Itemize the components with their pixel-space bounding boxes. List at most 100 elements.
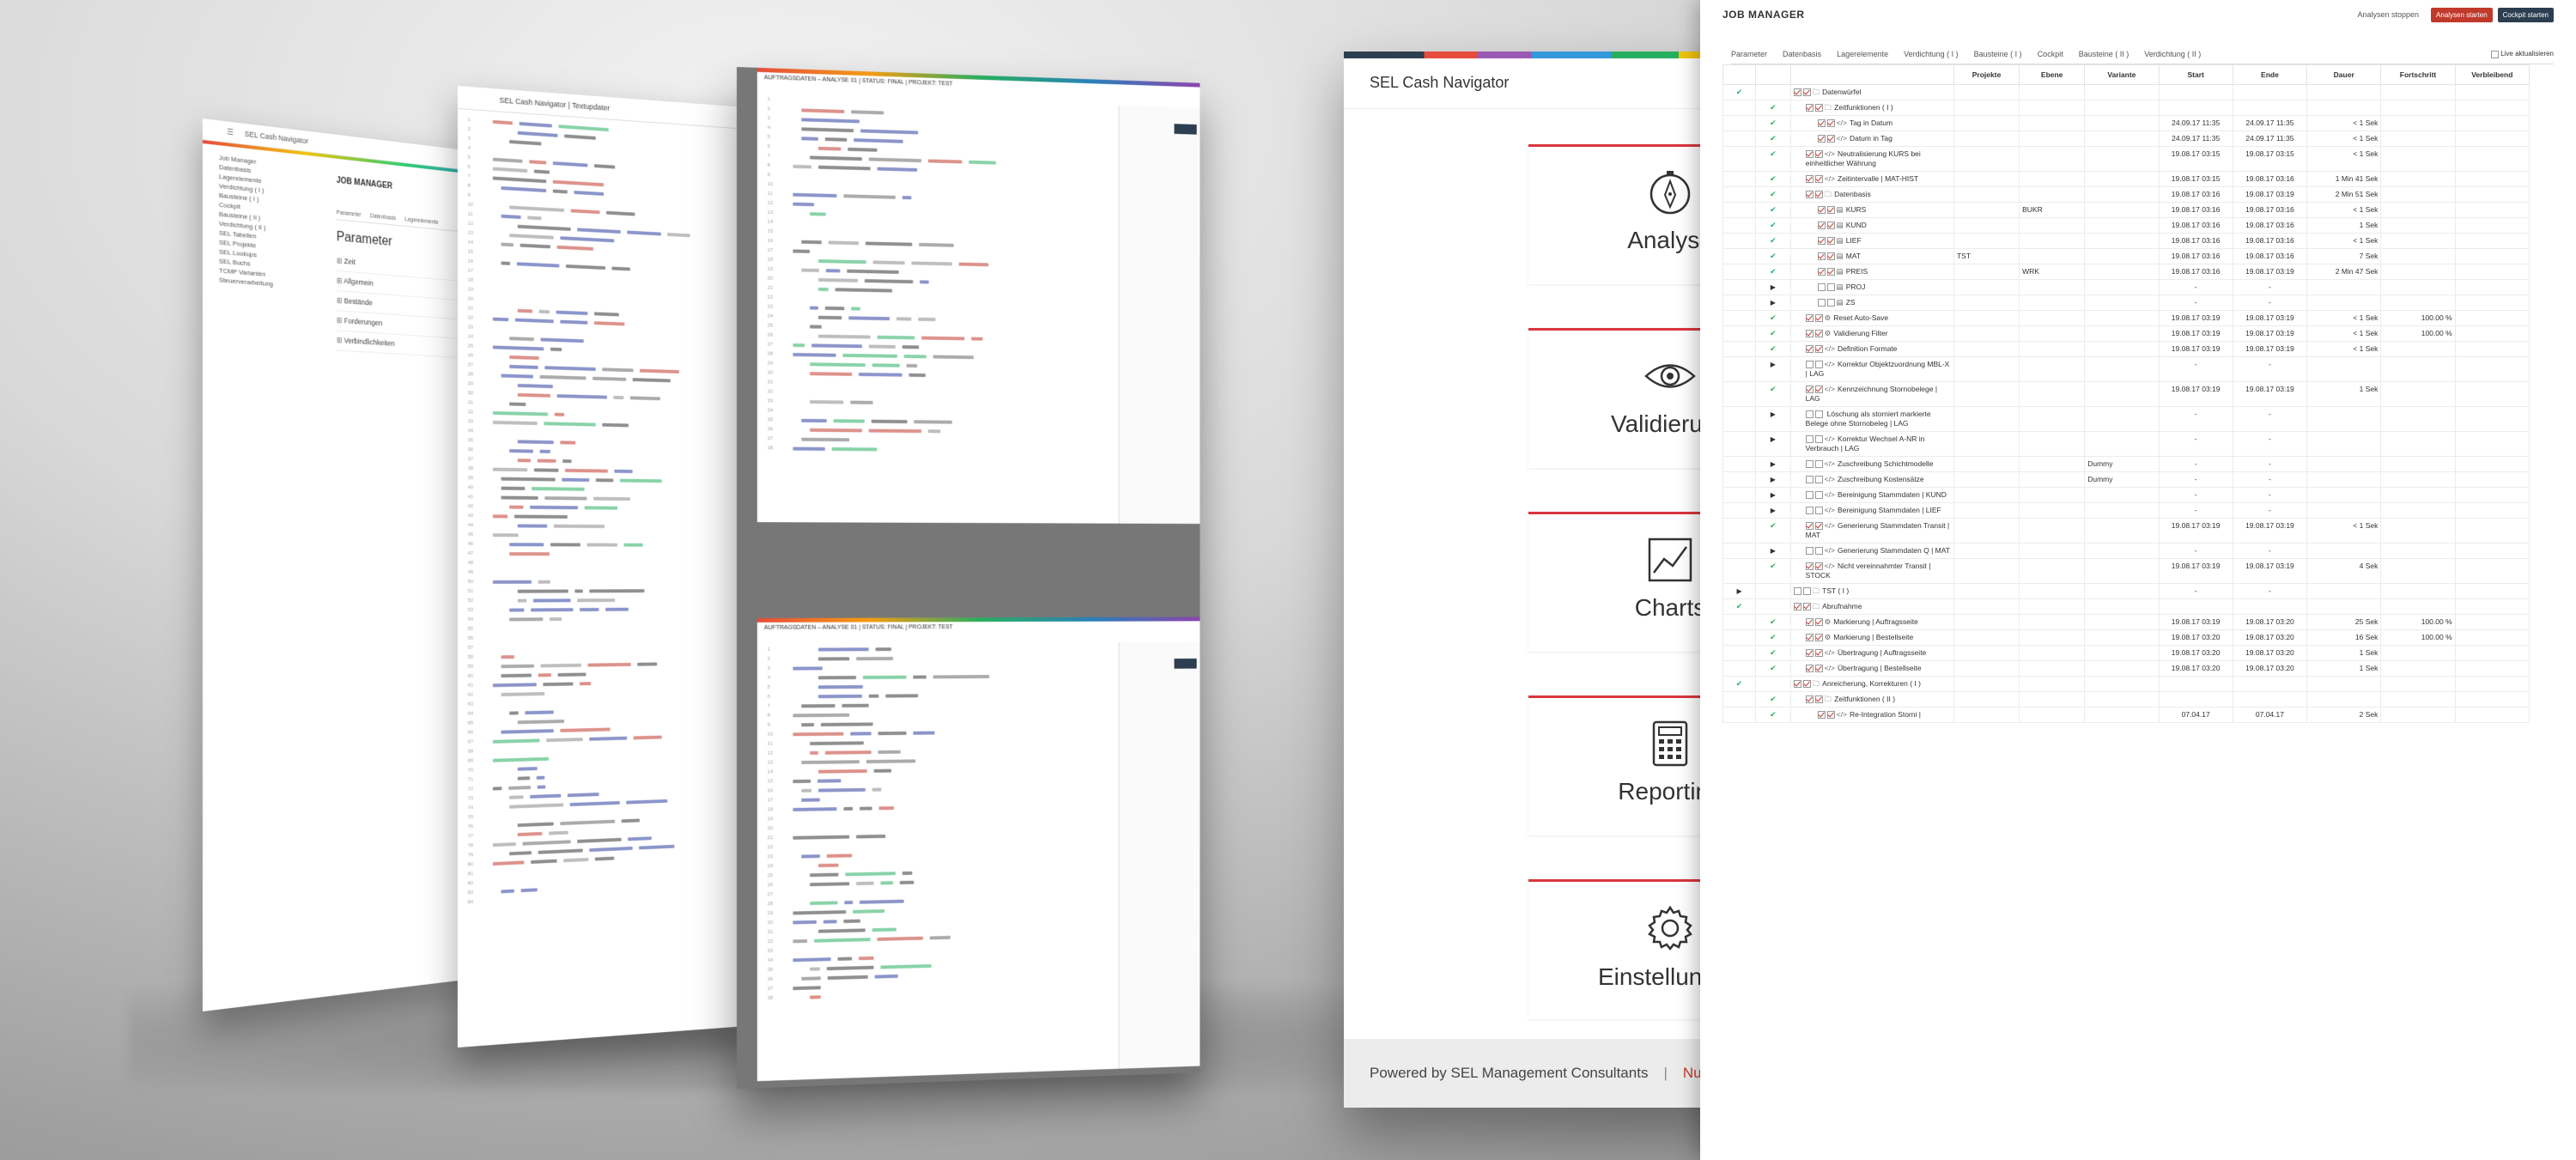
enable-checkbox[interactable] [1803, 680, 1811, 688]
tab[interactable]: Parameter [1731, 50, 1767, 58]
run-checkbox[interactable] [1818, 268, 1826, 276]
enable-checkbox[interactable] [1827, 222, 1835, 229]
expand-arrow-icon[interactable]: ▶ [1771, 460, 1776, 468]
run-button[interactable] [1174, 124, 1196, 134]
table-row[interactable]: ✔ ▤ KUND 19.08.17 03:16 19.08.17 03:16 1 Sek [1723, 218, 2530, 234]
table-row[interactable]: ✔ ⚙ Validierung Filter 19.08.17 03:19 19.08.… [1723, 326, 2530, 342]
enable-checkbox[interactable] [1827, 268, 1835, 276]
table-row[interactable]: ✔ </> Definition Formate 19.08.17 03:19 19.0… [1723, 342, 2530, 357]
run-checkbox[interactable] [1806, 314, 1814, 322]
run-checkbox[interactable] [1794, 680, 1801, 688]
expand-arrow-icon[interactable]: ▶ [1771, 435, 1776, 443]
table-row[interactable]: ✔ ⚙ Reset Auto-Save 19.08.17 03:19 19.08.17 … [1723, 311, 2530, 326]
live-update-checkbox[interactable] [2491, 51, 2499, 58]
enable-checkbox[interactable] [1815, 150, 1823, 158]
expand-arrow-icon[interactable]: ▶ [1771, 476, 1776, 483]
table-row[interactable]: ▶ </> Zuschreibung Kostensätze Dummy - - [1723, 472, 2530, 488]
run-checkbox[interactable] [1806, 618, 1814, 626]
enable-checkbox[interactable] [1815, 547, 1823, 555]
run-checkbox[interactable] [1806, 150, 1814, 158]
run-checkbox[interactable] [1806, 435, 1814, 443]
table-row[interactable]: ▶ Löschung als storniert markierte Belege… [1723, 407, 2530, 432]
expand-arrow-icon[interactable]: ▶ [1771, 507, 1776, 514]
table-row[interactable]: ▶ </> Zuschreibung Schichtmodelle Dummy - - [1723, 457, 2530, 472]
table-row[interactable]: ✔ 🗀 Anreicherung, Korrekturen ( I ) [1723, 677, 2530, 692]
tab[interactable]: Bausteine ( I ) [1974, 50, 2022, 58]
run-checkbox[interactable] [1806, 460, 1814, 468]
table-row[interactable]: ✔ 🗀 Datenbasis 19.08.17 03:16 19.08.17 03:19… [1723, 187, 2530, 203]
enable-checkbox[interactable] [1815, 104, 1823, 112]
enable-checkbox[interactable] [1815, 361, 1823, 368]
run-checkbox[interactable] [1806, 345, 1814, 353]
live-update-toggle[interactable]: Live aktualisieren [2491, 50, 2554, 58]
run-checkbox[interactable] [1806, 410, 1814, 418]
run-checkbox[interactable] [1818, 222, 1826, 229]
enable-checkbox[interactable] [1815, 330, 1823, 337]
enable-checkbox[interactable] [1815, 476, 1823, 483]
tab[interactable]: Lagerelemente [404, 216, 438, 225]
run-checkbox[interactable] [1806, 665, 1814, 672]
run-checkbox[interactable] [1806, 507, 1814, 514]
expand-arrow-icon[interactable]: ▶ [1771, 299, 1776, 307]
expand-arrow-icon[interactable]: ▶ [1771, 361, 1776, 368]
enable-checkbox[interactable] [1815, 386, 1823, 393]
tab[interactable]: Datenbasis [1783, 50, 1821, 58]
tab[interactable]: Verdichtung ( I ) [1904, 50, 1959, 58]
run-checkbox[interactable] [1806, 695, 1814, 703]
expand-arrow-icon[interactable]: ▶ [1771, 410, 1776, 418]
expand-arrow-icon[interactable]: ▶ [1736, 587, 1741, 595]
table-row[interactable]: ✔ </> Neutralisierung KURS bei einheitlich… [1723, 147, 2530, 172]
tab[interactable]: Cockpit [2038, 50, 2063, 58]
enable-checkbox[interactable] [1815, 314, 1823, 322]
run-checkbox[interactable] [1818, 283, 1826, 291]
run-checkbox[interactable] [1806, 649, 1814, 657]
table-row[interactable]: ▶ </> Generierung Stammdaten Q | MAT - - [1723, 544, 2530, 559]
table-row[interactable]: ✔ </> Datum in Tag 24.09.17 11:35 24.09.17 1… [1723, 131, 2530, 147]
run-checkbox[interactable] [1806, 104, 1814, 112]
enable-checkbox[interactable] [1815, 460, 1823, 468]
table-row[interactable]: ✔ ▤ MAT TST 19.08.17 03:16 19.08.17 03:16 7 Se… [1723, 249, 2530, 264]
table-row[interactable]: ▶ </> Korrektur Objektzuordnung MBL-X | LA… [1723, 357, 2530, 382]
enable-checkbox[interactable] [1815, 649, 1823, 657]
enable-checkbox[interactable] [1803, 603, 1811, 610]
table-row[interactable]: ✔ </> Generierung Stammdaten Transit | MAT… [1723, 519, 2530, 544]
enable-checkbox[interactable] [1815, 695, 1823, 703]
table-row[interactable]: ✔ ⚙ Markierung | Auftragsseite 19.08.17 03:… [1723, 615, 2530, 630]
enable-checkbox[interactable] [1827, 135, 1835, 143]
enable-checkbox[interactable] [1815, 665, 1823, 672]
run-checkbox[interactable] [1794, 88, 1801, 96]
run-checkbox[interactable] [1794, 603, 1801, 610]
enable-checkbox[interactable] [1827, 237, 1835, 245]
enable-checkbox[interactable] [1815, 562, 1823, 570]
enable-checkbox[interactable] [1827, 711, 1835, 719]
run-checkbox[interactable] [1806, 547, 1814, 555]
table-row[interactable]: ▶ </> Bereinigung Stammdaten | KUND - - [1723, 488, 2530, 503]
run-checkbox[interactable] [1806, 361, 1814, 368]
run-checkbox[interactable] [1806, 330, 1814, 337]
tab[interactable]: Verdichtung ( II ) [2144, 50, 2201, 58]
code-area[interactable]: 1 2 3 4 5 6 7 8 9 10 11 12 13 14 15 16 17 18 19 20 21 22 23 24 2… [757, 94, 1111, 524]
run-checkbox[interactable] [1806, 491, 1814, 499]
table-row[interactable]: ✔ </> Tag in Datum 24.09.17 11:35 24.09.17 1… [1723, 116, 2530, 131]
run-checkbox[interactable] [1806, 476, 1814, 483]
table-row[interactable]: ✔ 🗀 Abrufnahme [1723, 599, 2530, 615]
table-row[interactable]: ▶ ▤ ZS - - [1723, 295, 2530, 311]
run-checkbox[interactable] [1818, 237, 1826, 245]
enable-checkbox[interactable] [1815, 522, 1823, 530]
table-row[interactable]: ✔ ▤ LIEF 19.08.17 03:16 19.08.17 03:16 < 1 Se… [1723, 234, 2530, 249]
tab[interactable]: Bausteine ( II ) [2079, 50, 2129, 58]
table-row[interactable]: ✔ 🗀 Zeitfunktionen ( II ) [1723, 692, 2530, 708]
code-area[interactable]: 1 2 3 4 5 6 7 8 9 10 11 12 13 14 15 16 17 18 19 20 21 22 23 24 2… [757, 642, 1111, 1081]
run-checkbox[interactable] [1794, 587, 1801, 595]
run-checkbox[interactable] [1806, 634, 1814, 641]
table-row[interactable]: ▶ 🗀 TST ( I ) - - [1723, 584, 2530, 599]
table-row[interactable]: ▶ </> Korrektur Wechsel A-NR in Verbrauch … [1723, 432, 2530, 457]
enable-checkbox[interactable] [1827, 299, 1835, 307]
start-cockpit-button[interactable]: Cockpit starten [2498, 8, 2554, 22]
enable-checkbox[interactable] [1827, 206, 1835, 214]
table-row[interactable]: ✔ ⚙ Markierung | Bestellseite 19.08.17 03:2… [1723, 630, 2530, 646]
run-checkbox[interactable] [1806, 386, 1814, 393]
table-row[interactable]: ✔ ▤ KURS BUKR 19.08.17 03:16 19.08.17 03:16 < … [1723, 203, 2530, 218]
run-checkbox[interactable] [1818, 711, 1826, 719]
enable-checkbox[interactable] [1827, 283, 1835, 291]
